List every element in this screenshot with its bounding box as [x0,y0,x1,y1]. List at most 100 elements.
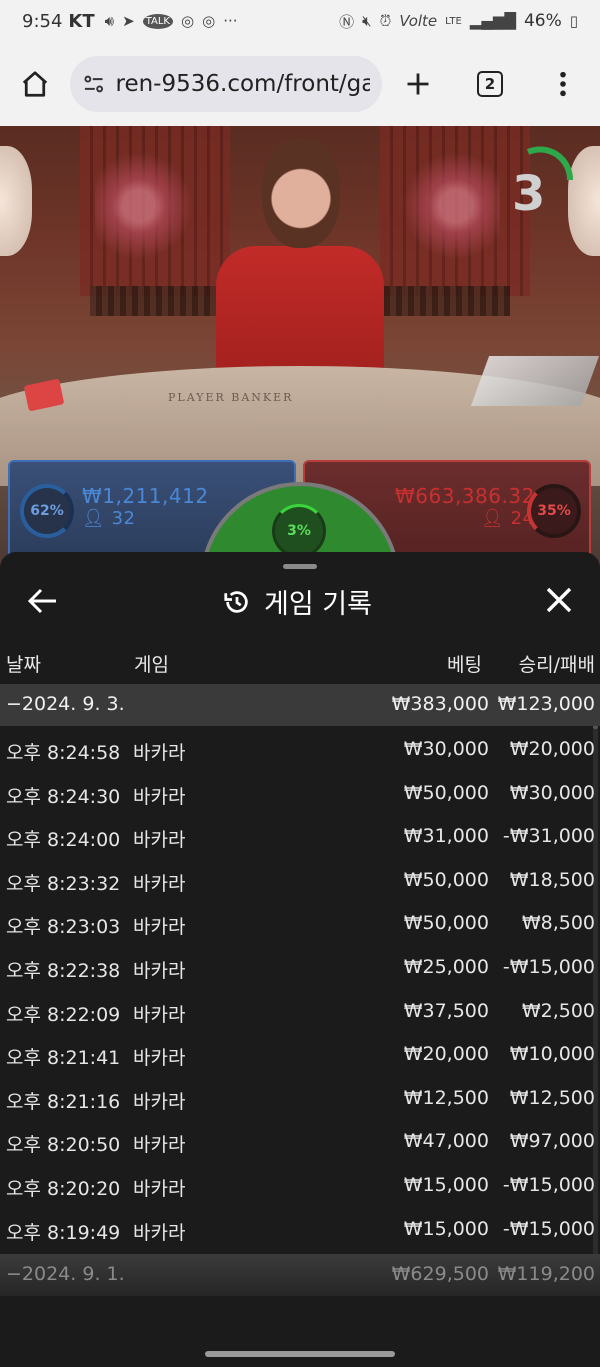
row-result: ₩30,000 [509,781,595,804]
col-game: 게임 [134,654,169,676]
row-bet: ₩15,000 [403,1217,489,1240]
table-row[interactable]: 오후 8:23:03 바카라 ₩50,000 ₩8,500 [0,901,600,944]
table-row[interactable]: 오후 8:22:38 바카라 ₩25,000 -₩15,000 [0,945,600,988]
row-game: 바카라 [133,1221,186,1244]
row-game: 바카라 [133,1047,186,1070]
url-bar[interactable]: ren-9536.com/front/ga [70,56,382,112]
browser-toolbar: ren-9536.com/front/ga 2 [0,42,600,126]
table-row[interactable]: 오후 8:19:49 바카라 ₩15,000 -₩15,000 [0,1207,600,1250]
row-time: 오후 8:24:58 [6,742,121,764]
row-game: 바카라 [133,1090,186,1113]
status-bar: 9:54 KT 🔊︎ ➤ TALK ◎ ◎ ··· Ⓝ 🔇︎ ⏰︎ Volte … [0,0,600,42]
row-result: -₩15,000 [502,956,595,978]
mute-icon: 🔇︎ [362,12,372,30]
col-bet: 베팅 [447,654,482,676]
row-bet: ₩15,000 [403,1174,489,1196]
row-time: 오후 8:20:20 [6,1178,121,1200]
chrome-icon: ◎ [181,12,195,30]
row-result: -₩31,000 [502,825,595,848]
row-time: 오후 8:24:00 [6,829,121,852]
table-row[interactable]: 오후 8:20:20 바카라 ₩15,000 -₩15,000 [0,1163,600,1206]
col-date: 날짜 [6,654,41,676]
history-icon [224,590,248,613]
row-bet: ₩50,000 [403,781,489,804]
table-row[interactable]: 오후 8:24:58 바카라 ₩30,000 ₩20,000 [0,727,600,770]
sheet-drag-handle[interactable] [283,564,317,569]
row-bet: ₩50,000 [403,912,489,935]
menu-button[interactable] [526,42,600,126]
user-icon: 👤︎ [82,508,106,529]
group-bet-total: ₩629,500 [391,1263,489,1286]
lte-label: LTE [445,15,462,27]
player-percent: 62% [20,484,74,538]
table-row[interactable]: 오후 8:21:16 바카라 ₩12,500 ₩12,500 [0,1076,600,1119]
player-bettor-count: 32 [111,508,136,529]
sheet-title-text: 게임 기록 [264,589,372,620]
site-settings-icon[interactable] [82,72,106,96]
row-result: ₩2,500 [521,999,595,1022]
table-row[interactable]: 오후 8:23:32 바카라 ₩50,000 ₩18,500 [0,858,600,901]
banker-total-bet: ₩663,386.32 [395,484,535,508]
row-result: -₩15,000 [502,1217,595,1240]
table-row[interactable]: 오후 8:21:41 바카라 ₩20,000 ₩10,000 [0,1032,600,1075]
player-total-bet: ₩1,211,412 [82,484,209,508]
row-time: 오후 8:22:09 [6,1003,121,1026]
group-result-total: ₩119,200 [497,1263,595,1286]
row-time: 오후 8:21:41 [6,1047,121,1070]
table-row[interactable]: 오후 8:24:00 바카라 ₩31,000 -₩31,000 [0,814,600,857]
row-game: 바카라 [133,1134,186,1157]
row-time: 오후 8:23:32 [6,872,121,895]
card-shoe [470,356,600,406]
date-group-row[interactable]: −2024. 9. 1. ₩629,500 ₩119,200 [0,1254,600,1297]
col-result: 승리/패배 [518,654,595,676]
row-time: 오후 8:19:49 [6,1221,121,1244]
home-icon [22,71,48,97]
row-result: ₩12,500 [509,1086,595,1109]
user-icon: 👤︎ [481,508,505,529]
player-bettor-count-wrap: 👤︎ 32 [82,508,136,529]
group-date: −2024. 9. 1. [6,1263,125,1286]
table-text: PLAYER BANKER [168,391,294,404]
table-header: 날짜 게임 베팅 승리/패배 [0,650,600,684]
home-button[interactable] [0,42,70,126]
telegram-icon: ➤ [122,12,135,30]
decor-lantern [0,146,32,256]
table-row[interactable]: 오후 8:20:50 바카라 ₩47,000 ₩97,000 [0,1119,600,1162]
tab-switcher-button[interactable]: 2 [454,42,526,126]
row-result: ₩18,500 [509,868,595,891]
table-row[interactable]: 오후 8:22:09 바카라 ₩37,500 ₩2,500 [0,989,600,1032]
row-game: 바카라 [133,1178,186,1200]
date-group-row[interactable]: −2024. 9. 3. ₩383,000 ₩123,000 [0,684,600,726]
row-time: 오후 8:24:30 [6,785,121,808]
row-game: 바카라 [133,1003,186,1026]
countdown-timer: 3 [512,166,546,222]
row-result: ₩10,000 [509,1043,595,1066]
volume-icon: 🔊︎ [104,12,115,30]
row-bet: ₩25,000 [403,956,489,978]
sheet-title: 게임 기록 [222,582,372,621]
row-game: 바카라 [133,785,186,808]
table-row[interactable]: 오후 8:24:30 바카라 ₩50,000 ₩30,000 [0,771,600,814]
row-game: 바카라 [133,742,186,764]
more-notifications-icon: ··· [223,12,238,30]
row-bet: ₩31,000 [403,825,489,848]
gesture-nav-bar[interactable] [205,1351,395,1357]
row-bet: ₩47,000 [403,1130,489,1153]
row-bet: ₩20,000 [403,1043,489,1066]
new-tab-button[interactable] [382,42,454,126]
tie-percent: 3% [272,504,326,558]
back-arrow-icon[interactable] [26,586,58,616]
close-icon[interactable] [544,585,574,615]
row-result: ₩97,000 [509,1130,595,1153]
row-bet: ₩37,500 [403,999,489,1022]
row-game: 바카라 [133,829,186,852]
row-time: 오후 8:20:50 [6,1134,121,1157]
status-time: 9:54 [22,10,63,32]
group-bet-total: ₩383,000 [391,693,489,715]
chrome-icon-2: ◎ [202,12,216,30]
status-carrier: KT [68,10,95,32]
live-game-video[interactable]: PLAYER BANKER 3 62% ₩1,211,412 👤︎ 32 ₩66… [0,126,600,566]
status-right: Ⓝ 🔇︎ ⏰︎ Volte LTE ▂▄▆█ 46% ▯ [339,11,578,32]
row-time: 오후 8:22:38 [6,960,121,982]
signal-icon: ▂▄▆█ [469,12,516,30]
